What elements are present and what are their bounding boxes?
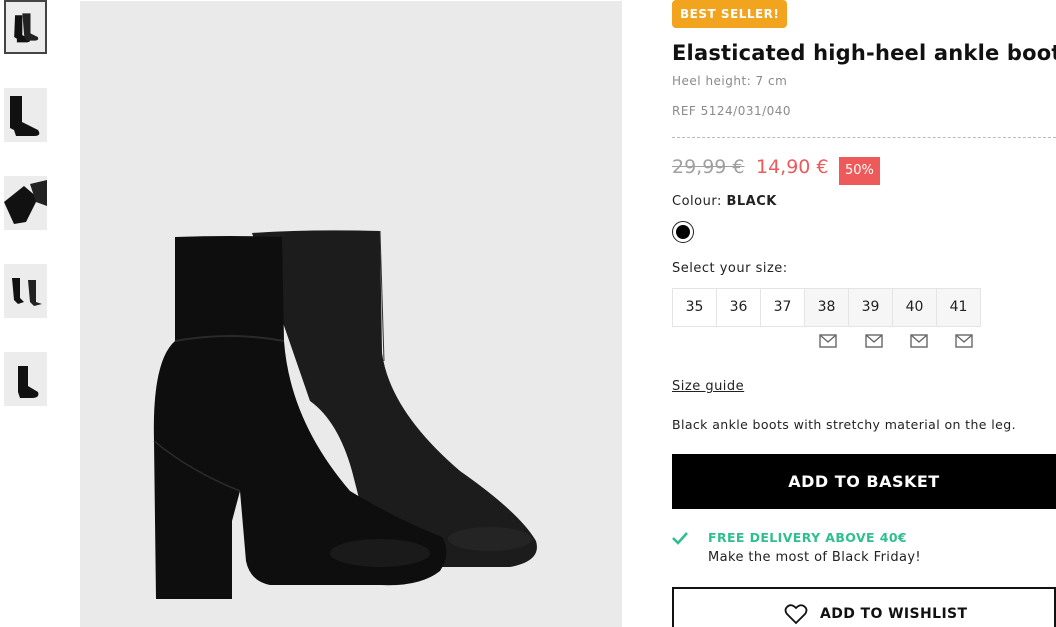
add-to-basket-button[interactable]: ADD TO BASKET (672, 454, 1056, 509)
thumbnail-1[interactable] (4, 0, 47, 54)
size-option-35[interactable]: 35 (672, 288, 717, 327)
wishlist-label: ADD TO WISHLIST (820, 606, 968, 622)
size-option-37[interactable]: 37 (760, 288, 805, 327)
old-price: 29,99 € (672, 156, 745, 178)
product-title: Elasticated high-heel ankle boots (672, 41, 1056, 65)
mail-icon[interactable] (910, 333, 928, 349)
ankle-boots-illustration (153, 230, 537, 599)
size-option-39[interactable]: 39 (848, 288, 893, 327)
colour-label: Colour: (672, 194, 722, 209)
size-option-40[interactable]: 40 (892, 288, 937, 327)
colour-row: Colour: BLACK (672, 194, 777, 209)
size-label: Select your size: (672, 261, 788, 276)
discount-badge: 50% (839, 157, 880, 185)
boot-detail-image (4, 180, 47, 224)
sale-price: 14,90 € (756, 156, 829, 178)
product-ref: REF 5124/031/040 (672, 104, 792, 118)
best-seller-badge: BEST SELLER! (672, 0, 788, 28)
mail-icon[interactable] (819, 333, 837, 349)
thumbnail-4[interactable] (4, 264, 47, 318)
size-guide-link[interactable]: Size guide (672, 379, 744, 394)
divider (672, 137, 1056, 138)
size-option-38[interactable]: 38 (804, 288, 849, 327)
mail-icon[interactable] (865, 333, 883, 349)
boot-worn-pair-image (12, 278, 42, 306)
boot-side-image (10, 96, 40, 136)
heel-height: Heel height: 7 cm (672, 74, 788, 88)
size-selector: 35 36 37 38 39 40 41 (672, 288, 981, 327)
mail-icon[interactable] (955, 333, 973, 349)
colour-swatch-black[interactable] (672, 221, 694, 243)
thumbnail-2[interactable] (4, 88, 47, 142)
product-info-panel: BEST SELLER! Elasticated high-heel ankle… (672, 0, 1056, 627)
add-to-wishlist-button[interactable]: ADD TO WISHLIST (672, 587, 1056, 627)
checkmark-icon (672, 532, 688, 545)
colour-value: BLACK (726, 194, 777, 209)
free-delivery-title: FREE DELIVERY ABOVE 40€ (708, 530, 908, 545)
product-description: Black ankle boots with stretchy material… (672, 417, 1016, 432)
thumbnail-3[interactable] (4, 176, 47, 230)
boot-worn-single-image (18, 366, 39, 398)
thumbnail-5[interactable] (4, 352, 47, 406)
size-option-41[interactable]: 41 (936, 288, 981, 327)
main-product-image (80, 1, 622, 627)
heart-icon (784, 604, 808, 625)
size-option-36[interactable]: 36 (716, 288, 761, 327)
delivery-promo-text: Make the most of Black Friday! (708, 550, 922, 565)
boot-pair-image (14, 13, 39, 43)
